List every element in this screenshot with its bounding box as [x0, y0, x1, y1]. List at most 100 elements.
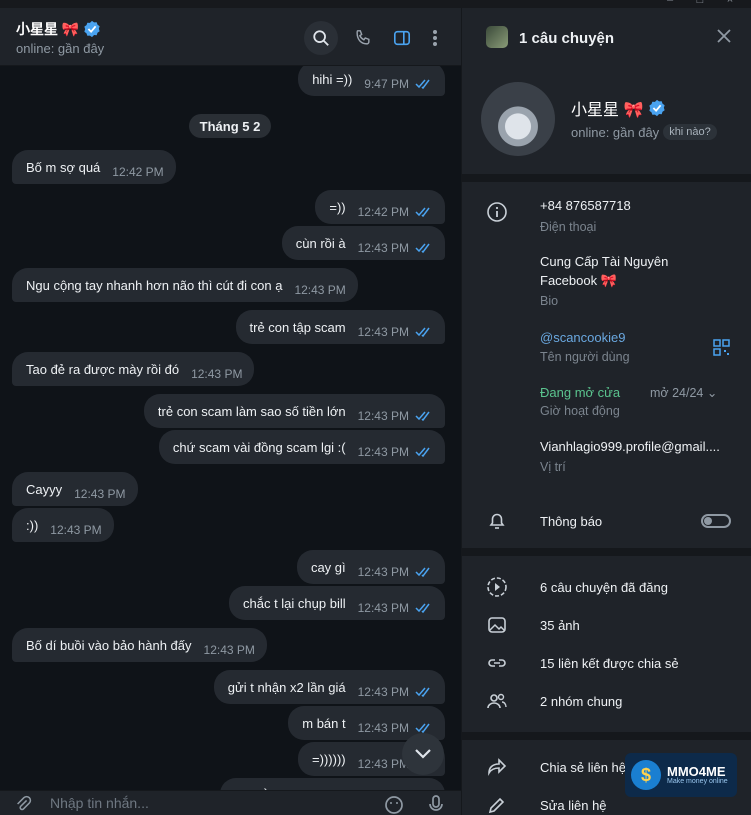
message-text: :)) [26, 517, 39, 533]
close-window-icon[interactable]: × [720, 0, 740, 6]
read-check-icon [415, 685, 433, 700]
message-row[interactable]: bố thằng thanh hóa12:44 PM [0, 778, 461, 790]
message-row[interactable]: Bố m sợ quá 12:42 PM [0, 150, 461, 184]
message-row[interactable]: m bán t 12:43 PM [0, 706, 461, 740]
message-text: trẻ con tập scam [249, 319, 346, 335]
link-icon [488, 659, 506, 667]
message-row[interactable]: :)) 12:43 PM [0, 508, 461, 542]
location-value[interactable]: Vianhlagio999.profile@gmail.... [540, 437, 725, 456]
message-row[interactable]: Bố dí buồi vào bảo hành đấy 12:43 PM [0, 628, 461, 662]
profile-status-text: online: gần đây [571, 124, 660, 140]
emoji-icon[interactable] [384, 795, 404, 815]
hours-detail[interactable]: mở 24/24 ⌄ [650, 385, 717, 400]
stories-icon [487, 577, 507, 597]
chevron-down-icon [415, 749, 431, 759]
search-button[interactable] [304, 21, 338, 55]
message-row[interactable]: =)))))) 12:43 PM [0, 742, 461, 776]
share-icon [488, 758, 507, 777]
sidebar-toggle-button[interactable] [385, 21, 419, 55]
message-text: Ngu cộng tay nhanh hơn não thì cút đi co… [26, 277, 283, 293]
outgoing-message[interactable]: chứ scam vài đồng scam lgi :(12:43 PM [158, 430, 445, 464]
incoming-message[interactable]: Bố dí buồi vào bảo hành đấy 12:43 PM [12, 628, 267, 662]
outgoing-message[interactable]: gửi t nhận x2 lần giá 12:43 PM [213, 670, 445, 704]
message-composer[interactable]: Nhập tin nhắn... [0, 790, 461, 815]
avatar[interactable] [481, 82, 555, 156]
message-row[interactable]: trẻ con tập scam 12:43 PM [0, 310, 461, 344]
stories-count[interactable]: 1 câu chuyện [519, 30, 614, 47]
outgoing-message[interactable]: hihi =)) 9:47 PM [298, 66, 445, 96]
phone-value[interactable]: +84 876587718 [540, 196, 740, 215]
message-row[interactable]: =)) 12:42 PM [0, 190, 461, 224]
maximize-icon[interactable]: □ [690, 0, 710, 6]
info-icon [487, 202, 507, 222]
profile-name: 小星星 🎀 [571, 96, 666, 120]
incoming-message[interactable]: Ngu cộng tay nhanh hơn não thì cút đi co… [12, 268, 358, 302]
notifications-toggle[interactable] [701, 514, 731, 528]
outgoing-message[interactable]: trẻ con scam làm sao số tiền lớn 12:43 PM [143, 394, 445, 428]
outgoing-message[interactable]: cùn rồi à 12:43 PM [281, 226, 445, 260]
shared-media-item[interactable]: 6 câu chuyện đã đăng [540, 578, 740, 597]
telegram-window: – □ × 小星星 🎀 online: gần đây Tháng 5 2 hi… [0, 0, 751, 815]
username-value[interactable]: @scancookie9 [540, 328, 740, 347]
message-text: Bố dí buồi vào bảo hành đấy [26, 637, 192, 653]
message-time: 12:43 PM [357, 241, 409, 255]
message-time: 12:43 PM [294, 283, 346, 297]
message-row[interactable]: gửi t nhận x2 lần giá 12:43 PM [0, 670, 461, 704]
message-row[interactable]: chắc t lại chụp bill 12:43 PM [0, 586, 461, 620]
message-row[interactable]: hihi =)) 9:47 PM [0, 66, 461, 96]
watermark-brand: MMO4ME [667, 764, 726, 779]
message-row[interactable]: chứ scam vài đồng scam lgi :(12:43 PM [0, 430, 461, 464]
incoming-message[interactable]: :)) 12:43 PM [12, 508, 114, 542]
profile-sidebar: 1 câu chuyện 小星星 🎀 online: gần đây khi n… [461, 8, 751, 815]
edit-contact-button[interactable]: Sửa liên hệ [540, 796, 740, 815]
message-row[interactable]: Ngu cộng tay nhanh hơn não thì cút đi co… [0, 268, 461, 302]
message-row[interactable]: Cayyy 12:43 PM [0, 472, 461, 506]
chat-header[interactable]: 小星星 🎀 online: gần đây [0, 8, 461, 66]
outgoing-message[interactable]: bố thằng thanh hóa12:44 PM [219, 778, 445, 790]
watermark-tagline: Make money online [667, 778, 728, 785]
qr-code-icon[interactable] [713, 339, 730, 356]
message-row[interactable]: cùn rồi à 12:43 PM [0, 226, 461, 260]
message-list[interactable]: Tháng 5 2 hihi =)) 9:47 PM Bố m sợ quá 12:4… [0, 66, 461, 790]
message-input[interactable]: Nhập tin nhắn... [50, 795, 149, 811]
incoming-message[interactable]: Cayyy 12:43 PM [12, 472, 138, 506]
message-text: =)) [329, 199, 346, 215]
chat-title[interactable]: 小星星 🎀 [16, 19, 101, 39]
chevron-down-icon: ⌄ [706, 386, 718, 400]
more-button[interactable] [420, 21, 450, 55]
read-check-icon [415, 241, 433, 256]
message-text: Bố m sợ quá [26, 159, 101, 175]
message-time: 12:43 PM [50, 523, 102, 537]
read-check-icon [415, 77, 433, 92]
attach-icon[interactable] [14, 795, 32, 813]
message-row[interactable]: cay gì 12:43 PM [0, 550, 461, 584]
outgoing-message[interactable]: chắc t lại chụp bill 12:43 PM [229, 586, 445, 620]
incoming-message[interactable]: Bố m sợ quá 12:42 PM [12, 150, 176, 184]
microphone-icon[interactable] [428, 795, 444, 815]
message-time: 12:42 PM [112, 165, 164, 179]
outgoing-message[interactable]: trẻ con tập scam 12:43 PM [235, 310, 445, 344]
story-thumbnail[interactable] [486, 26, 508, 48]
call-button[interactable] [346, 21, 380, 55]
shared-media-item[interactable]: 15 liên kết được chia sẻ [540, 654, 740, 673]
verified-icon [649, 99, 666, 117]
message-row[interactable]: Tao đẻ ra được mày rồi đó 12:43 PM [0, 352, 461, 386]
message-time: 12:43 PM [357, 445, 409, 459]
shared-media-item[interactable]: 2 nhóm chung [540, 692, 740, 711]
read-check-icon [415, 409, 433, 424]
outgoing-message[interactable]: cay gì 12:43 PM [296, 550, 445, 584]
read-check-icon [415, 325, 433, 340]
read-check-icon [415, 565, 433, 580]
incoming-message[interactable]: Tao đẻ ra được mày rồi đó 12:43 PM [12, 352, 255, 386]
when-badge[interactable]: khi nào? [663, 124, 717, 140]
shared-media-item[interactable]: 35 ảnh [540, 616, 740, 635]
message-time: 12:43 PM [357, 325, 409, 339]
minimize-icon[interactable]: – [660, 0, 680, 6]
message-row[interactable]: trẻ con scam làm sao số tiền lớn 12:43 PM [0, 394, 461, 428]
outgoing-message[interactable]: =)) 12:42 PM [315, 190, 445, 224]
message-text: Cayyy [26, 481, 63, 497]
close-icon[interactable] [716, 28, 732, 44]
message-text: trẻ con scam làm sao số tiền lớn [157, 403, 346, 419]
divider [462, 732, 751, 740]
scroll-down-button[interactable] [402, 733, 444, 775]
